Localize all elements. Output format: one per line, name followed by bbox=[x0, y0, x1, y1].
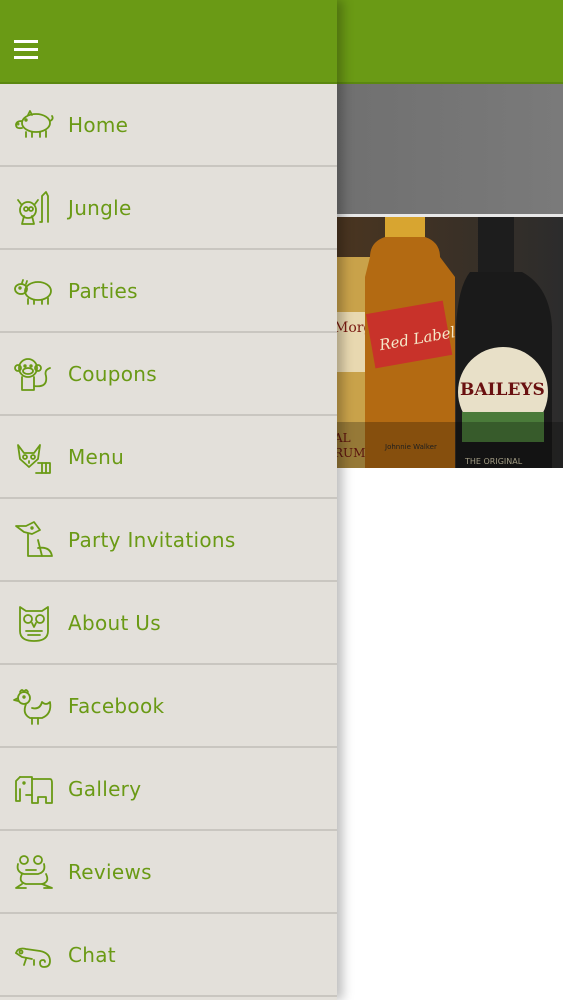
elephant-icon bbox=[15, 775, 53, 804]
owl-icon bbox=[19, 605, 49, 642]
menu-item-facebook[interactable]: Facebook bbox=[0, 665, 337, 748]
menu-label-parties: Parties bbox=[68, 278, 138, 303]
chameleon-icon bbox=[15, 947, 51, 968]
menu-label-reviews: Reviews bbox=[68, 859, 152, 884]
menu-item-gallery[interactable]: Gallery bbox=[0, 748, 337, 831]
hamburger-icon[interactable] bbox=[14, 40, 38, 60]
menu-label-coupons: Coupons bbox=[68, 361, 158, 386]
menu-item-jungle[interactable]: Jungle bbox=[0, 167, 337, 250]
menu-label-jungle: Jungle bbox=[68, 195, 132, 220]
menu-label-party-invitations: Party Invitations bbox=[68, 527, 236, 552]
rooster-icon bbox=[13, 688, 52, 725]
lemur-icon bbox=[17, 190, 49, 225]
fox-icon bbox=[15, 520, 53, 557]
hippo-icon bbox=[14, 278, 52, 305]
menu-item-party-invitations[interactable]: Party Invitations bbox=[0, 499, 337, 582]
menu-item-home[interactable]: Home bbox=[0, 84, 337, 167]
menu-item-parties[interactable]: Parties bbox=[0, 250, 337, 333]
raccoon-icon bbox=[17, 443, 51, 474]
menu-label-chat: Chat bbox=[68, 942, 116, 967]
menu-item-chat[interactable]: Chat bbox=[0, 914, 337, 997]
monkey-icon bbox=[14, 357, 51, 391]
menu-item-reviews[interactable]: Reviews bbox=[0, 831, 337, 914]
drawer-header bbox=[0, 0, 337, 84]
menu-label-menu: Menu bbox=[68, 444, 125, 469]
pig-icon bbox=[15, 109, 54, 138]
navigation-drawer: Home Jungle Parties Coupons Menu Party I… bbox=[0, 0, 337, 1000]
menu-item-coupons[interactable]: Coupons bbox=[0, 333, 337, 416]
menu-item-menu[interactable]: Menu bbox=[0, 416, 337, 499]
baileys-label: BAILEYS bbox=[460, 380, 545, 400]
menu-label-gallery: Gallery bbox=[68, 776, 142, 801]
menu-label-home: Home bbox=[68, 112, 129, 137]
menu-label-about-us: About Us bbox=[68, 610, 161, 635]
menu-label-facebook: Facebook bbox=[68, 693, 165, 718]
frog-icon bbox=[15, 854, 53, 889]
menu-item-about-us[interactable]: About Us bbox=[0, 582, 337, 665]
